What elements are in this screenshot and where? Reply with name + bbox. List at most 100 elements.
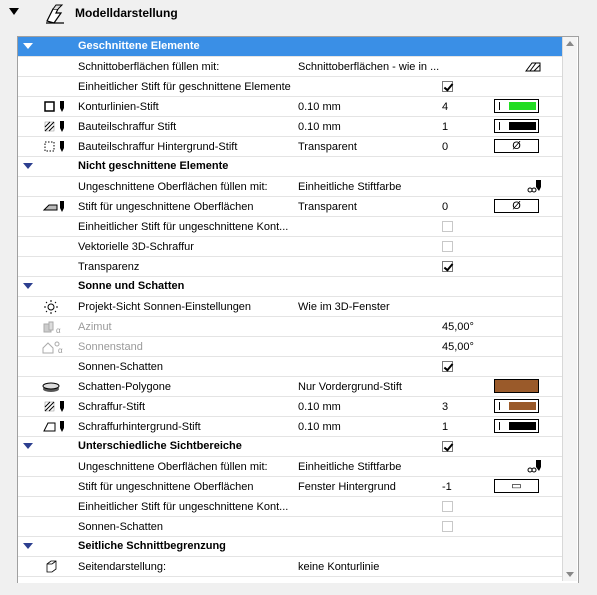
sun-shadows-checkbox[interactable] — [442, 361, 453, 372]
row-sun-shadows[interactable]: Sonnen-Schatten — [18, 357, 562, 377]
pen-number[interactable]: 3 — [442, 401, 448, 413]
row-label: Schnittoberflächen füllen mit: — [78, 61, 220, 73]
hatch-background-pen-icon — [43, 421, 64, 432]
row-label: Sonnenstand — [78, 341, 143, 353]
panel-footer — [0, 583, 597, 595]
uniform-pen-checkbox[interactable] — [442, 81, 453, 92]
uniform-pen-checkbox[interactable] — [442, 221, 453, 232]
row-uncut-uniform-pen[interactable]: Einheitlicher Stift für ungeschnittene K… — [18, 217, 562, 237]
section-header-views[interactable]: Unterschiedliche Sichtbereiche — [18, 437, 562, 457]
shadow-color-swatch[interactable] — [494, 379, 539, 393]
row-uncut-fill[interactable]: Ungeschnittene Oberflächen füllen mit: E… — [18, 177, 562, 197]
row-views-shadows[interactable]: Sonnen-Schatten — [18, 517, 562, 537]
window-background-symbol: ▭ — [511, 480, 522, 492]
row-label: Schraffurhintergrund-Stift — [78, 421, 201, 433]
pen-number[interactable]: -1 — [442, 481, 452, 493]
sun-shadows-checkbox[interactable] — [442, 521, 453, 532]
section-header-sun[interactable]: Sonne und Schatten — [18, 277, 562, 297]
section-title: Geschnittene Elemente — [78, 40, 200, 52]
pen-number[interactable]: 0 — [442, 201, 448, 213]
row-label: Stift für ungeschnittene Oberflächen — [78, 201, 254, 213]
section-header-uncut[interactable]: Nicht geschnittene Elemente — [18, 157, 562, 177]
row-cut-fill[interactable]: Schnittoberflächen füllen mit: Schnittob… — [18, 57, 562, 77]
cut-fill-icon[interactable] — [518, 60, 544, 74]
pen-number[interactable]: 1 — [442, 421, 448, 433]
row-transparency[interactable]: Transparenz — [18, 257, 562, 277]
expand-triangle-icon[interactable] — [23, 283, 33, 289]
uniform-pen-checkbox[interactable] — [442, 501, 453, 512]
sun-icon — [44, 300, 58, 314]
pen-number[interactable]: 0 — [442, 141, 448, 153]
pen-fill-icon[interactable] — [518, 460, 544, 474]
row-label: Einheitlicher Stift für geschnittene Ele… — [78, 81, 291, 93]
section-title: Nicht geschnittene Elemente — [78, 160, 229, 172]
row-shadow-hatch-pen[interactable]: Schraffur-Stift 0.10 mm 3 — [18, 397, 562, 417]
vertical-scrollbar[interactable] — [562, 37, 577, 581]
row-label: Projekt-Sicht Sonnen-Einstellungen — [78, 301, 252, 313]
shadow-polygon-icon — [42, 382, 60, 392]
expand-triangle-icon[interactable] — [23, 163, 33, 169]
section-title: Seitliche Schnittbegrenzung — [78, 540, 226, 552]
row-side-display[interactable]: Seitendarstellung: keine Konturlinie — [18, 557, 562, 577]
sun-altitude-icon: α — [42, 341, 63, 354]
pen-color-swatch[interactable] — [494, 399, 539, 413]
row-cut-uniform-pen[interactable]: Einheitlicher Stift für geschnittene Ele… — [18, 77, 562, 97]
azimuth-icon: α — [43, 321, 61, 334]
row-value[interactable]: Schnittoberflächen - wie in ... — [298, 61, 439, 73]
row-hatch-bg-pen[interactable]: Bauteilschraffur Hintergrund-Stift Trans… — [18, 137, 562, 157]
svg-text:α: α — [56, 326, 61, 334]
row-shadow-polygons[interactable]: Schatten-Polygone Nur Vordergrund-Stift — [18, 377, 562, 397]
pen-color-swatch[interactable] — [494, 119, 539, 133]
altitude-value: 45,00° — [442, 341, 474, 353]
pen-value: Transparent — [298, 201, 357, 213]
hatch-background-pen-icon — [44, 141, 64, 152]
row-value[interactable]: Wie im 3D-Fenster — [298, 301, 390, 313]
pen-color-swatch[interactable]: Ø — [494, 199, 539, 213]
row-uncut-pen[interactable]: Stift für ungeschnittene Oberflächen Tra… — [18, 197, 562, 217]
row-value[interactable]: Einheitliche Stiftfarbe — [298, 181, 401, 193]
hatch-pen-icon — [44, 121, 64, 132]
row-value[interactable]: Einheitliche Stiftfarbe — [298, 461, 401, 473]
svg-text:α: α — [58, 346, 63, 354]
pen-number[interactable]: 4 — [442, 101, 448, 113]
panel-title: Modelldarstellung — [75, 6, 178, 20]
transparency-checkbox[interactable] — [442, 261, 453, 272]
pen-color-swatch[interactable] — [494, 99, 539, 113]
row-vector-hatch[interactable]: Vektorielle 3D-Schraffur — [18, 237, 562, 257]
collapse-arrow-icon[interactable] — [9, 8, 19, 15]
section-header-cut[interactable]: Geschnittene Elemente — [18, 37, 562, 57]
row-label: Transparenz — [78, 261, 140, 273]
scroll-down-icon[interactable] — [566, 572, 574, 577]
pen-color-swatch[interactable]: Ø — [494, 139, 539, 153]
row-shadow-hatch-bg-pen[interactable]: Schraffurhintergrund-Stift 0.10 mm 1 — [18, 417, 562, 437]
row-views-fill[interactable]: Ungeschnittene Oberflächen füllen mit: E… — [18, 457, 562, 477]
row-label: Konturlinien-Stift — [78, 101, 159, 113]
row-views-pen[interactable]: Stift für ungeschnittene Oberflächen Fen… — [18, 477, 562, 497]
pen-weight: 0.10 mm — [298, 121, 341, 133]
section-title: Unterschiedliche Sichtbereiche — [78, 440, 242, 452]
side-display-icon — [46, 560, 57, 573]
expand-triangle-icon[interactable] — [23, 443, 33, 449]
pen-fill-icon[interactable] — [518, 180, 544, 194]
pen-color-swatch[interactable]: ▭ — [494, 479, 539, 493]
contour-pen-icon — [44, 101, 64, 112]
row-project-sun[interactable]: Projekt-Sicht Sonnen-Einstellungen Wie i… — [18, 297, 562, 317]
row-label: Schraffur-Stift — [78, 401, 146, 413]
pen-number[interactable]: 1 — [442, 121, 448, 133]
model-display-icon — [46, 4, 64, 24]
section-header-side[interactable]: Seitliche Schnittbegrenzung — [18, 537, 562, 557]
views-enable-checkbox[interactable] — [442, 441, 453, 452]
vector-hatch-checkbox[interactable] — [442, 241, 453, 252]
row-value[interactable]: Nur Vordergrund-Stift — [298, 381, 402, 393]
expand-triangle-icon[interactable] — [23, 543, 33, 549]
row-contour-pen[interactable]: Konturlinien-Stift 0.10 mm 4 — [18, 97, 562, 117]
row-label: Sonnen-Schatten — [78, 361, 164, 373]
pen-color-swatch[interactable] — [494, 419, 539, 433]
expand-triangle-icon[interactable] — [23, 43, 33, 49]
row-label: Einheitlicher Stift für ungeschnittene K… — [78, 221, 289, 233]
row-hatch-pen[interactable]: Bauteilschraffur Stift 0.10 mm 1 — [18, 117, 562, 137]
scroll-up-icon[interactable] — [566, 41, 574, 46]
uncut-surface-pen-icon — [42, 201, 64, 212]
row-value[interactable]: keine Konturlinie — [298, 561, 379, 573]
row-views-uniform-pen[interactable]: Einheitlicher Stift für ungeschnittene K… — [18, 497, 562, 517]
